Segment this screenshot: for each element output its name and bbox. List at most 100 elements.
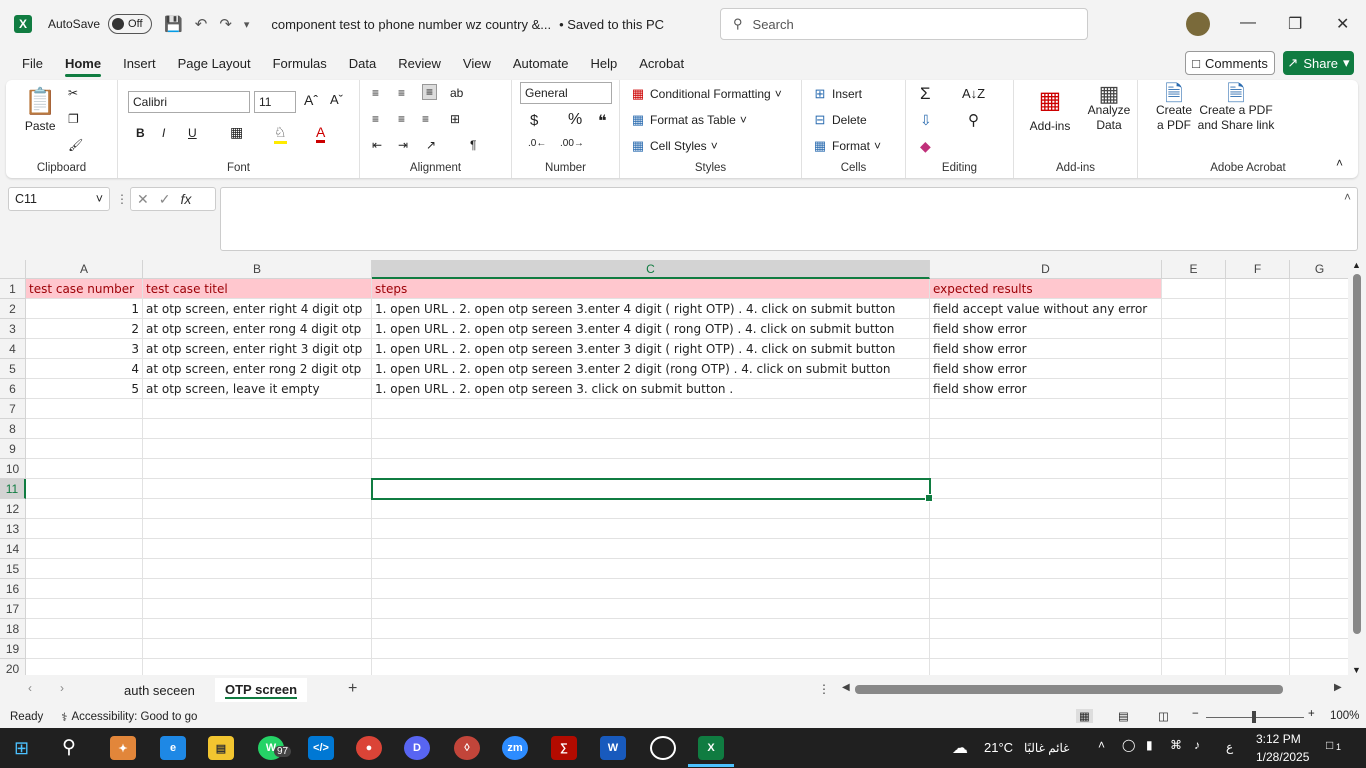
row-header[interactable]: 1: [0, 279, 26, 299]
row-header[interactable]: 13: [0, 519, 26, 539]
align-center-icon[interactable]: ≡: [398, 112, 405, 126]
autosave-toggle[interactable]: Off: [108, 14, 153, 34]
column-header-b[interactable]: B: [143, 260, 372, 279]
menu-tab-automate[interactable]: Automate: [513, 50, 569, 77]
italic-button[interactable]: I: [162, 126, 165, 140]
cell-c14[interactable]: [372, 539, 930, 559]
copilot-icon[interactable]: ✦: [110, 736, 136, 760]
create-pdf-button[interactable]: 🗎 Create a PDF: [1152, 83, 1196, 133]
cell-a5[interactable]: 4: [26, 359, 143, 379]
cell-d17[interactable]: [930, 599, 1162, 619]
format-painter-icon[interactable]: 🖌: [68, 138, 83, 152]
comma-icon[interactable]: ❝: [598, 111, 607, 131]
row-header[interactable]: 9: [0, 439, 26, 459]
cell-e9[interactable]: [1162, 439, 1226, 459]
cell-g11[interactable]: [1290, 479, 1348, 499]
cell-a4[interactable]: 3: [26, 339, 143, 359]
cell-c19[interactable]: [372, 639, 930, 659]
row-header[interactable]: 2: [0, 299, 26, 319]
row-header[interactable]: 6: [0, 379, 26, 399]
cell-f2[interactable]: [1226, 299, 1290, 319]
cell-d10[interactable]: [930, 459, 1162, 479]
cell-f16[interactable]: [1226, 579, 1290, 599]
cell-e18[interactable]: [1162, 619, 1226, 639]
scroll-up-icon[interactable]: ▲: [1352, 260, 1361, 270]
bold-button[interactable]: B: [136, 126, 145, 140]
zoom-out-icon[interactable]: −: [1192, 708, 1199, 720]
align-right-icon[interactable]: ≡: [422, 112, 429, 126]
cell-d11[interactable]: [930, 479, 1162, 499]
orientation-icon[interactable]: ↗: [426, 138, 436, 152]
edge-icon[interactable]: e: [160, 736, 186, 760]
minimize-icon[interactable]: —: [1240, 14, 1256, 32]
comments-button[interactable]: □ Comments: [1185, 51, 1275, 75]
enter-icon[interactable]: ✓: [159, 191, 171, 208]
zoom-level[interactable]: 100%: [1330, 710, 1359, 722]
currency-button[interactable]: $: [530, 112, 538, 129]
zoom-app-icon[interactable]: zm: [502, 736, 528, 760]
menu-tab-formulas[interactable]: Formulas: [273, 50, 327, 77]
cell-a14[interactable]: [26, 539, 143, 559]
cancel-icon[interactable]: ✕: [137, 191, 149, 208]
decrease-decimal-icon[interactable]: .00→: [560, 138, 584, 149]
cell-a16[interactable]: [26, 579, 143, 599]
cell-b14[interactable]: [143, 539, 372, 559]
cell-c8[interactable]: [372, 419, 930, 439]
row-header[interactable]: 5: [0, 359, 26, 379]
column-header-a[interactable]: A: [26, 260, 143, 279]
wifi-icon[interactable]: ⌘: [1170, 738, 1182, 752]
cell-f13[interactable]: [1226, 519, 1290, 539]
menu-tab-view[interactable]: View: [463, 50, 491, 77]
cell-f6[interactable]: [1226, 379, 1290, 399]
addins-button[interactable]: ▦ Add-ins: [1024, 86, 1076, 133]
cell-a6[interactable]: 5: [26, 379, 143, 399]
cell-f12[interactable]: [1226, 499, 1290, 519]
row-header[interactable]: 18: [0, 619, 26, 639]
align-top-icon[interactable]: ≡: [372, 86, 379, 100]
menu-tab-data[interactable]: Data: [349, 50, 376, 77]
cell-c3[interactable]: 1. open URL . 2. open otp sereen 3.enter…: [372, 319, 930, 339]
vertical-scroll-thumb[interactable]: [1353, 274, 1361, 634]
cell-e20[interactable]: [1162, 659, 1226, 675]
page-break-icon[interactable]: ◫: [1158, 709, 1169, 723]
acrobat-icon[interactable]: ∑: [551, 736, 577, 760]
cell-c7[interactable]: [372, 399, 930, 419]
column-header-c[interactable]: C: [372, 260, 930, 279]
save-icon[interactable]: 💾: [164, 15, 183, 33]
cell-d5[interactable]: field show error: [930, 359, 1162, 379]
file-explorer-icon[interactable]: ▤: [208, 736, 234, 760]
cell-b2[interactable]: at otp screen, enter right 4 digit otp: [143, 299, 372, 319]
cell-b9[interactable]: [143, 439, 372, 459]
cell-c20[interactable]: [372, 659, 930, 675]
cell-b18[interactable]: [143, 619, 372, 639]
cell-b1[interactable]: test case titel: [143, 279, 372, 299]
cell-g17[interactable]: [1290, 599, 1348, 619]
menu-tab-page-layout[interactable]: Page Layout: [178, 50, 251, 77]
cell-e1[interactable]: [1162, 279, 1226, 299]
show-hidden-icons[interactable]: ˄: [1098, 738, 1105, 752]
autosum-icon[interactable]: Σ: [920, 84, 931, 104]
borders-icon[interactable]: ▦: [230, 124, 243, 141]
cell-b5[interactable]: at otp screen, enter rong 2 digit otp: [143, 359, 372, 379]
cell-e8[interactable]: [1162, 419, 1226, 439]
clock-date[interactable]: 1/28/2025: [1256, 750, 1309, 764]
align-middle-icon[interactable]: ≡: [398, 86, 405, 100]
volume-icon[interactable]: ♪: [1194, 738, 1200, 752]
cell-f20[interactable]: [1226, 659, 1290, 675]
cell-e16[interactable]: [1162, 579, 1226, 599]
analyze-data-button[interactable]: ▦ Analyze Data: [1086, 83, 1132, 133]
undo-icon[interactable]: ↶: [195, 15, 208, 33]
document-title[interactable]: component test to phone number wz countr…: [271, 17, 551, 32]
row-header[interactable]: 11: [0, 479, 26, 499]
word-icon[interactable]: W: [600, 736, 626, 760]
row-header[interactable]: 20: [0, 659, 26, 675]
cell-e7[interactable]: [1162, 399, 1226, 419]
cell-e11[interactable]: [1162, 479, 1226, 499]
add-sheet-icon[interactable]: +: [348, 680, 357, 698]
cell-g6[interactable]: [1290, 379, 1348, 399]
normal-view-icon[interactable]: ▦: [1076, 709, 1093, 723]
increase-decimal-icon[interactable]: .0←: [528, 138, 546, 149]
cell-a15[interactable]: [26, 559, 143, 579]
wrap-text-icon[interactable]: ab: [450, 86, 463, 100]
cell-e10[interactable]: [1162, 459, 1226, 479]
